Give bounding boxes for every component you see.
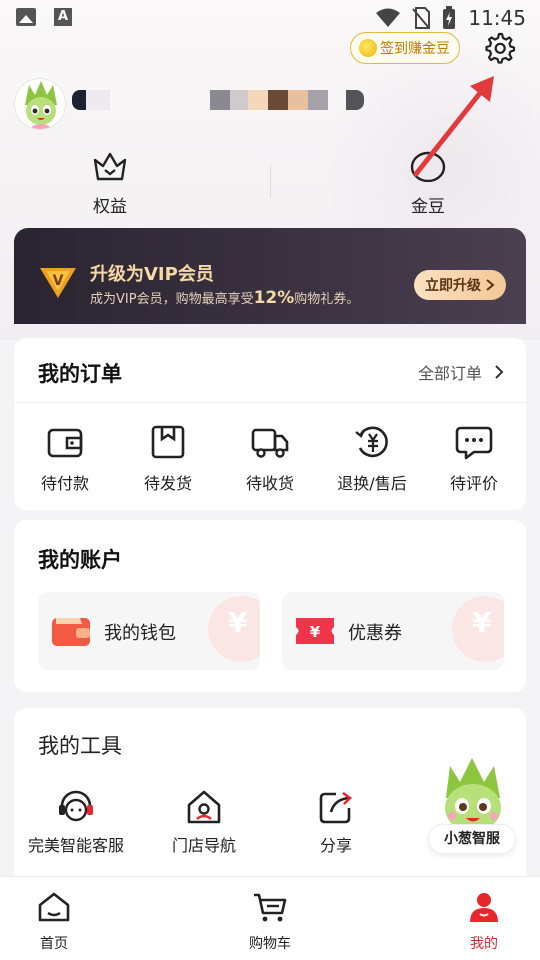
my-wallet-label: 我的钱包 xyxy=(104,623,176,644)
profile-icon xyxy=(470,893,498,922)
checkin-earn-coins-button[interactable]: 签到赚金豆 xyxy=(350,32,460,64)
battery-charging-icon xyxy=(443,6,456,29)
order-pending-receipt[interactable]: 待收货 xyxy=(220,424,320,494)
yuan-decoration-symbol: ¥ xyxy=(228,606,248,639)
tab-home-label: 首页 xyxy=(40,936,68,952)
vip-desc-highlight: 12% xyxy=(253,288,295,308)
tool-store-navigation[interactable]: 门店导航 xyxy=(144,788,264,858)
vip-desc-suffix: 购物礼券。 xyxy=(294,292,360,307)
tool-customer-service[interactable]: 完美智能客服 xyxy=(16,788,136,858)
all-orders-link[interactable]: 全部订单 xyxy=(418,360,504,384)
scallion-mascot-icon xyxy=(25,81,57,129)
order-refund-aftersales[interactable]: 退换/售后 xyxy=(322,424,422,494)
store-icon xyxy=(187,790,221,824)
my-wallet-tile[interactable]: ¥ 我的钱包 xyxy=(38,592,260,670)
order-pending-review[interactable]: 待评价 xyxy=(424,424,524,494)
smart-assistant-badge[interactable]: 小葱智服 xyxy=(428,824,516,854)
orders-divider xyxy=(14,402,526,403)
coupon-yuan-symbol: ¥ xyxy=(310,623,321,641)
my-orders-card: 我的订单 全部订单 待付款 待发货 待收货 退换/售后 待评价 xyxy=(14,338,526,510)
username-blurred xyxy=(72,90,364,110)
pointer-arrow-annotation xyxy=(413,76,494,177)
yuan-decoration-symbol: ¥ xyxy=(472,606,492,639)
wifi-icon xyxy=(376,8,401,27)
home-icon xyxy=(38,892,70,922)
stat-benefits-label: 权益 xyxy=(93,197,127,217)
tab-profile[interactable]: 我的 xyxy=(434,891,534,953)
coupons-label: 优惠券 xyxy=(348,623,402,644)
orders-title: 我的订单 xyxy=(38,362,122,386)
checkin-label: 签到赚金豆 xyxy=(380,41,450,57)
all-orders-label: 全部订单 xyxy=(417,364,482,383)
vip-desc-prefix: 成为VIP会员，购物最高享受 xyxy=(90,292,254,307)
yuan-decoration: ¥ xyxy=(452,596,504,662)
my-account-card: 我的账户 ¥ 我的钱包 ¥ ¥ 优惠券 xyxy=(14,520,526,692)
gold-coin-icon xyxy=(359,39,377,57)
gallery-notification-icon xyxy=(16,8,36,26)
coupon-icon: ¥ xyxy=(296,618,334,644)
tool-share-label: 分享 xyxy=(319,836,352,855)
vip-logo-letter: V xyxy=(53,273,64,289)
stat-benefits[interactable]: 权益 xyxy=(50,150,170,217)
refund-icon xyxy=(355,426,388,458)
coupons-tile[interactable]: ¥ ¥ 优惠券 xyxy=(282,592,504,670)
order-pending-payment[interactable]: 待付款 xyxy=(15,424,115,494)
customer-service-icon xyxy=(59,790,93,822)
order-pending-shipment-label: 待发货 xyxy=(143,474,192,493)
tab-profile-label: 我的 xyxy=(470,936,498,952)
chevron-right-icon xyxy=(486,279,495,291)
vip-title: 升级为VIP会员 xyxy=(90,264,214,285)
tab-home[interactable]: 首页 xyxy=(4,891,104,953)
package-icon xyxy=(151,425,185,459)
app-notification-icon: A xyxy=(54,8,72,26)
vip-upgrade-banner[interactable]: V 升级为VIP会员 成为VIP会员，购物最高享受12%购物礼券。 立即升级 xyxy=(14,228,526,324)
cart-icon xyxy=(254,893,287,922)
tab-cart-label: 购物车 xyxy=(249,936,291,952)
crown-icon xyxy=(93,152,127,181)
stats-divider xyxy=(270,164,271,198)
comment-icon xyxy=(455,426,493,460)
wallet-icon xyxy=(47,428,83,458)
clock: 11:45 xyxy=(468,6,526,30)
yuan-decoration: ¥ xyxy=(208,596,260,662)
tool-share[interactable]: 分享 xyxy=(276,788,396,858)
tool-customer-service-label: 完美智能客服 xyxy=(27,836,124,855)
settings-gear-icon[interactable] xyxy=(482,30,516,64)
order-pending-review-label: 待评价 xyxy=(449,474,498,493)
vip-description: 成为VIP会员，购物最高享受12%购物礼券。 xyxy=(90,288,359,308)
stat-gold-beans-label: 金豆 xyxy=(411,197,445,217)
upgrade-now-label: 立即升级 xyxy=(425,278,481,294)
status-bar: A 11:45 xyxy=(0,0,540,36)
account-title: 我的账户 xyxy=(38,548,122,572)
share-icon xyxy=(319,791,353,824)
tool-store-navigation-label: 门店导航 xyxy=(171,836,236,855)
tab-cart[interactable]: 购物车 xyxy=(220,891,320,953)
no-sim-icon xyxy=(412,7,431,29)
order-pending-shipment[interactable]: 待发货 xyxy=(118,424,218,494)
order-pending-receipt-label: 待收货 xyxy=(245,474,294,493)
chevron-right-icon xyxy=(495,365,504,379)
wallet-icon xyxy=(52,618,90,646)
vip-badge-icon: V xyxy=(40,268,76,298)
user-avatar[interactable] xyxy=(14,78,66,130)
truck-icon xyxy=(251,428,289,458)
order-refund-aftersales-label: 退换/售后 xyxy=(337,474,407,493)
bottom-tab-bar: 首页 购物车 我的 xyxy=(0,876,540,960)
tools-title: 我的工具 xyxy=(38,734,122,758)
order-pending-payment-label: 待付款 xyxy=(40,474,89,493)
upgrade-now-button[interactable]: 立即升级 xyxy=(414,270,506,300)
